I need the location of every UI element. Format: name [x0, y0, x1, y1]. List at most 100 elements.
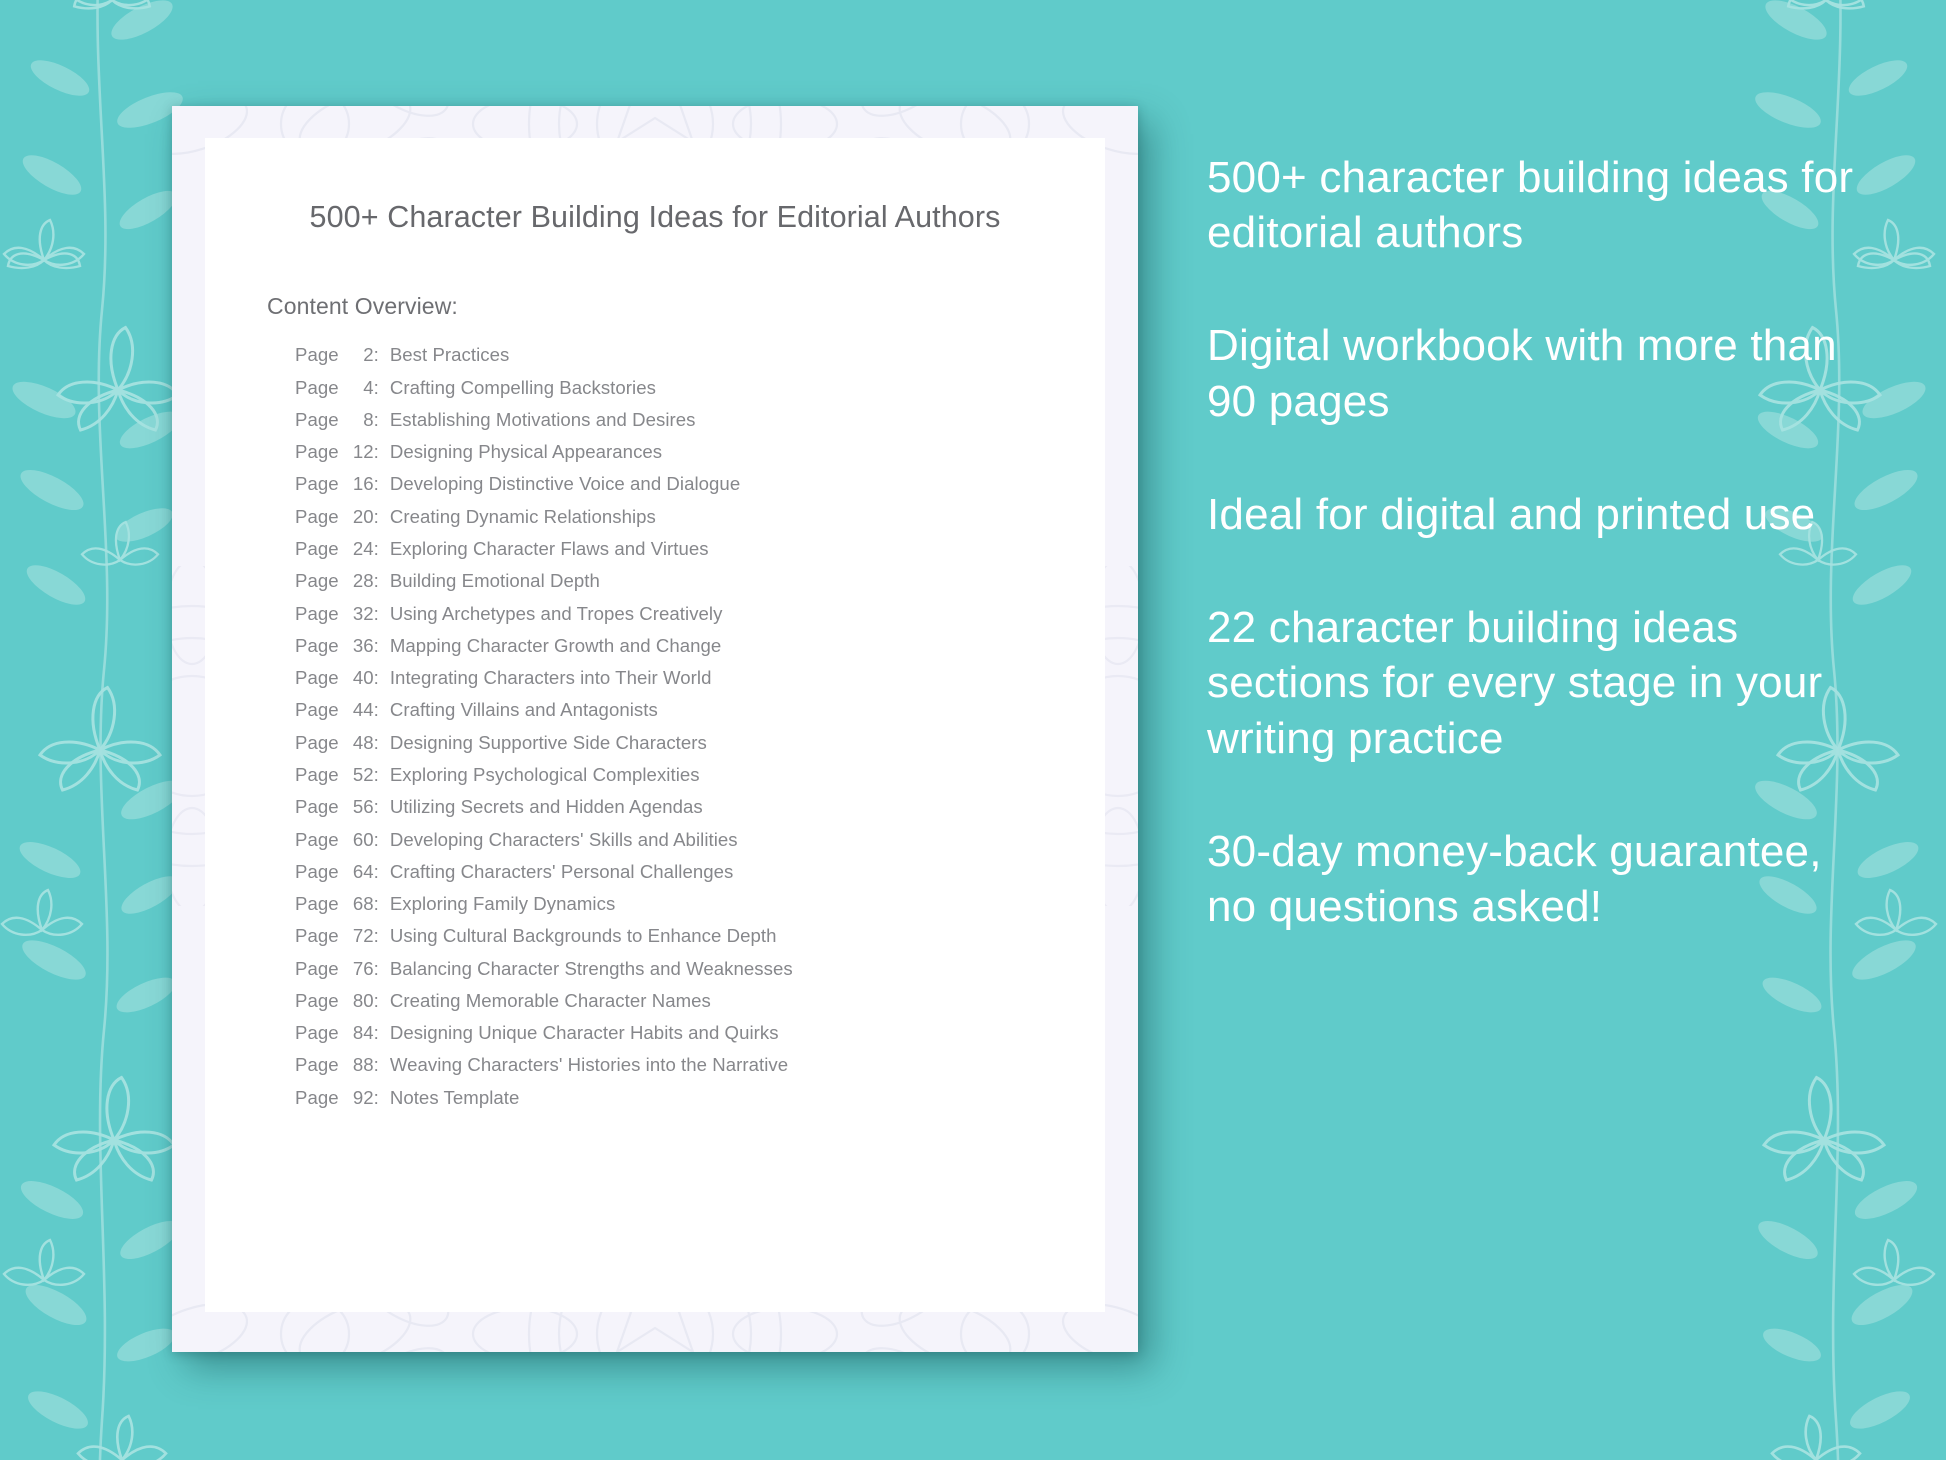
document-page: 500+ Character Building Ideas for Editor… — [205, 138, 1105, 1312]
toc-page-word: Page — [295, 634, 339, 656]
toc-page-word: Page — [295, 376, 339, 398]
list-item: Page 24: Exploring Character Flaws and Vir… — [295, 537, 1105, 572]
toc-section-title: Establishing Motivations and Desires — [389, 408, 696, 430]
toc-page-word: Page — [295, 667, 339, 689]
toc-page-number: 24 — [352, 537, 374, 559]
toc-page-number: 80 — [352, 989, 374, 1011]
toc-page-word: Page — [295, 860, 339, 882]
toc-colon: : — [373, 893, 379, 915]
toc-section-title: Notes Template — [389, 1086, 520, 1108]
toc-section-title: Using Archetypes and Tropes Creatively — [389, 602, 723, 624]
list-item: Page 68: Exploring Family Dynamics — [295, 893, 1105, 927]
toc-page-word: Page — [295, 537, 339, 559]
toc-colon: : — [373, 408, 379, 430]
list-item: Page 44: Crafting Villains and Antagonists — [295, 701, 1105, 733]
toc-page-number: 40 — [352, 667, 374, 689]
content-overview-label: Content Overview: — [267, 293, 458, 320]
toc-section-title: Weaving Characters' Histories into the N… — [389, 1054, 789, 1076]
toc-colon: : — [373, 699, 379, 721]
list-item: Page 20: Creating Dynamic Relationships — [295, 505, 1105, 540]
toc-section-title: Using Cultural Backgrounds to Enhance De… — [389, 925, 777, 947]
toc-page-word: Page — [295, 473, 339, 495]
toc-section-title: Exploring Character Flaws and Virtues — [389, 537, 709, 559]
toc-colon: : — [373, 1086, 379, 1108]
toc-colon: : — [373, 505, 379, 527]
toc-page-word: Page — [295, 699, 339, 721]
page-title: 500+ Character Building Ideas for Editor… — [309, 200, 1001, 234]
list-item: Page 72: Using Cultural Backgrounds to Enh… — [295, 927, 1105, 959]
toc-page-word: Page — [295, 763, 339, 785]
list-item: Page 16: Developing Distinctive Voice and … — [295, 475, 1105, 507]
list-item: Page 64: Crafting Characters' Personal Cha… — [295, 860, 1105, 895]
list-item: Page 12: Designing Physical Appearances — [295, 443, 1105, 475]
toc-page-number: 16 — [352, 473, 374, 495]
toc-colon: : — [373, 1054, 379, 1076]
toc-colon: : — [373, 376, 379, 398]
list-item: Page 2: Best Practices — [295, 346, 1105, 378]
toc-page-word: Page — [295, 570, 339, 592]
toc-section-title: Crafting Compelling Backstories — [389, 376, 656, 398]
toc-page-word: Page — [295, 925, 339, 947]
toc-section-title: Best Practices — [389, 344, 510, 366]
toc-page-number: 76 — [352, 957, 374, 979]
toc-page-word: Page — [295, 828, 339, 850]
toc-page-number: 28 — [352, 570, 374, 592]
toc-colon: : — [373, 989, 379, 1011]
toc-section-title: Designing Unique Character Habits and Qu… — [389, 1022, 779, 1044]
toc-page-number: 32 — [352, 602, 374, 624]
toc-page-number: 36 — [352, 634, 374, 656]
list-item: Page 40: Integrating Characters into Their… — [295, 669, 1105, 701]
list-item: Page 76: Balancing Character Strengths and… — [295, 957, 1105, 992]
toc-page-number: 92 — [352, 1086, 374, 1108]
toc-section-title: Exploring Psychological Complexities — [389, 763, 700, 785]
toc-section-title: Crafting Villains and Antagonists — [389, 699, 658, 721]
benefit-text: 30-day money-back guarantee, no question… — [1207, 826, 1822, 931]
toc-page-number: 8 — [363, 408, 374, 430]
list-item: Page 4: Crafting Compelling Backstories — [295, 376, 1105, 411]
toc-section-title: Utilizing Secrets and Hidden Agendas — [389, 796, 703, 818]
toc-colon: : — [373, 634, 379, 656]
list-item: Page 60: Developing Characters' Skills and… — [295, 828, 1105, 863]
toc-page-word: Page — [295, 796, 339, 818]
toc-colon: : — [373, 602, 379, 624]
toc-page-number: 72 — [352, 925, 374, 947]
toc-colon: : — [373, 763, 379, 785]
toc-page-word: Page — [295, 731, 339, 753]
list-item: Page 48: Designing Supportive Side Charact… — [295, 731, 1105, 766]
toc-section-title: Building Emotional Depth — [389, 570, 600, 592]
benefit-text: 500+ character building ideas for editor… — [1207, 153, 1854, 258]
toc-page-number: 4 — [363, 376, 374, 398]
toc-page-number: 52 — [352, 763, 374, 785]
toc-page-number: 2 — [363, 344, 374, 366]
toc-colon: : — [373, 796, 379, 818]
toc-page-number: 44 — [352, 699, 374, 721]
list-item: Page 92: Notes Template — [295, 1086, 1105, 1121]
toc-section-title: Mapping Character Growth and Change — [389, 634, 722, 656]
toc-section-title: Crafting Characters' Personal Challenges — [389, 860, 734, 882]
toc-section-title: Developing Distinctive Voice and Dialogu… — [389, 473, 741, 495]
list-item: Page 84: Designing Unique Character Habits… — [295, 1024, 1105, 1056]
benefit-text: 22 character building ideas sections for… — [1207, 603, 1823, 763]
toc-page-word: Page — [295, 602, 339, 624]
toc-section-title: Creating Dynamic Relationships — [389, 505, 656, 527]
toc-page-number: 60 — [352, 828, 374, 850]
toc-page-number: 12 — [352, 441, 374, 463]
document-preview-card: 500+ Character Building Ideas for Editor… — [172, 106, 1138, 1352]
toc-page-number: 64 — [352, 860, 374, 882]
list-item: Page 32: Using Archetypes and Tropes Creat… — [295, 602, 1105, 637]
toc-page-word: Page — [295, 957, 339, 979]
toc-page-number: 68 — [352, 893, 374, 915]
toc-section-title: Balancing Character Strengths and Weakne… — [389, 957, 793, 979]
toc-colon: : — [373, 473, 379, 495]
list-item: Page 28: Building Emotional Depth — [295, 572, 1105, 604]
toc-page-word: Page — [295, 1086, 339, 1108]
toc-section-title: Designing Physical Appearances — [389, 441, 663, 463]
toc-page-word: Page — [295, 893, 339, 915]
list-item: Page 56: Utilizing Secrets and Hidden Agen… — [295, 798, 1105, 830]
toc-section-title: Integrating Characters into Their World — [389, 667, 712, 689]
toc-page-word: Page — [295, 1022, 339, 1044]
toc-page-number: 20 — [352, 505, 374, 527]
toc-colon: : — [373, 731, 379, 753]
toc-colon: : — [373, 828, 379, 850]
table-of-contents-list: Page 2: Best Practices Page 4: Crafting Compe… — [205, 320, 1105, 1121]
